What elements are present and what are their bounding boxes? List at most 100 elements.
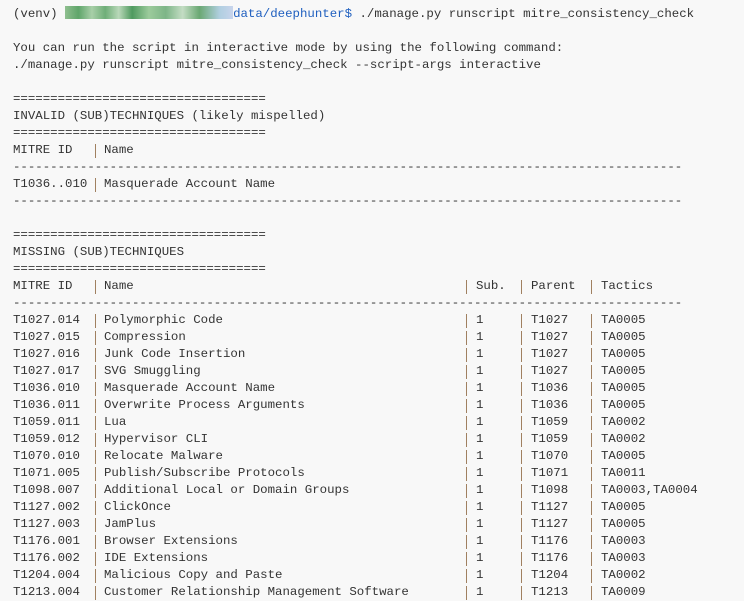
column-divider [95,178,96,192]
name-cell: Lua [104,415,127,429]
invalid-section-title: INVALID (SUB)TECHNIQUES (likely mispelle… [13,109,326,123]
mitre-id-cell: T1036.011 [13,398,80,412]
column-divider [521,416,522,430]
tactics-cell: TA0002 [601,415,646,429]
name-cell: Publish/Subscribe Protocols [104,466,305,480]
column-divider [521,433,522,447]
name-cell: Masquerade Account Name [104,177,276,191]
parent-cell: T1176 [531,534,569,548]
sub-cell: 1 [476,483,484,497]
table-row: T1027.015 Compression 1 T1027 TA0005 [0,329,744,346]
name-cell: Relocate Malware [104,449,223,463]
table-row: T1176.001 Browser Extensions 1 T1176 TA0003 [0,533,744,550]
column-divider [521,348,522,362]
column-divider [466,416,467,430]
mitre-id-cell: T1127.002 [13,500,80,514]
sub-cell: 1 [476,364,484,378]
mitre-id-cell: T1036.010 [13,381,80,395]
sub-cell: 1 [476,330,484,344]
column-divider [591,484,592,498]
column-divider [521,518,522,532]
column-divider [95,552,96,566]
mitre-id-cell: T1213.004 [13,585,80,599]
redacted-path [65,6,234,19]
column-divider [521,280,522,294]
parent-cell: Parent [531,279,576,293]
table-row: T1036.010 Masquerade Account Name 1 T1036 TA… [0,380,744,397]
table-row: T1204.004 Malicious Copy and Paste 1 T1204 T… [0,567,744,584]
table-row: T1098.007 Additional Local or Domain Grou… [0,482,744,499]
tactics-cell: TA0005 [601,449,646,463]
name-cell: SVG Smuggling [104,364,201,378]
table-header: MITRE ID Name Sub. Parent Tactics [0,278,744,295]
sub-cell: Sub. [476,279,506,293]
parent-cell: T1176 [531,551,569,565]
tactics-cell: TA0003 [601,534,646,548]
column-divider [591,467,592,481]
column-divider [466,365,467,379]
tactics-cell: TA0005 [601,364,646,378]
table-row: T1059.011 Lua 1 T1059 TA0002 [0,414,744,431]
column-divider [466,535,467,549]
column-divider [591,314,592,328]
sub-cell: 1 [476,313,484,327]
prompt-path: data/deephunter$ [233,7,353,21]
column-divider [521,569,522,583]
parent-cell: T1059 [531,415,569,429]
column-divider [591,569,592,583]
mitre-id-cell: T1027.015 [13,330,80,344]
column-divider [95,280,96,294]
parent-cell: T1027 [531,330,569,344]
separator: ----------------------------------------… [13,194,683,208]
tactics-cell: Tactics [601,279,654,293]
mitre-id-cell: T1176.002 [13,551,80,565]
column-divider [95,399,96,413]
sub-cell: 1 [476,398,484,412]
column-divider [95,535,96,549]
tactics-cell: TA0005 [601,500,646,514]
tactics-cell: TA0011 [601,466,646,480]
column-divider [591,365,592,379]
tactics-cell: TA0005 [601,517,646,531]
mitre-id-cell: T1127.003 [13,517,80,531]
table-row: T1027.014 Polymorphic Code 1 T1027 TA0005 [0,312,744,329]
mitre-id-cell: T1070.010 [13,449,80,463]
mitre-id-cell: T1204.004 [13,568,80,582]
column-divider [521,552,522,566]
name-cell: Hypervisor CLI [104,432,209,446]
column-divider [95,416,96,430]
tactics-cell: TA0005 [601,347,646,361]
column-divider [95,144,96,158]
column-divider [591,399,592,413]
name-cell: Polymorphic Code [104,313,223,327]
column-divider [466,484,467,498]
name-cell: Overwrite Process Arguments [104,398,305,412]
mitre-id-cell: T1059.012 [13,432,80,446]
parent-cell: T1071 [531,466,569,480]
table-header: MITRE ID Name [0,142,744,159]
parent-cell: T1027 [531,347,569,361]
name-cell: Additional Local or Domain Groups [104,483,350,497]
column-divider [95,484,96,498]
parent-cell: T1036 [531,381,569,395]
column-divider [466,314,467,328]
tactics-cell: TA0005 [601,313,646,327]
column-divider [521,399,522,413]
column-divider [591,450,592,464]
column-divider [591,382,592,396]
column-divider [466,467,467,481]
column-divider [591,586,592,600]
column-divider [95,331,96,345]
mitre-id-cell: T1036..010 [13,177,88,191]
parent-cell: T1204 [531,568,569,582]
column-divider [591,535,592,549]
parent-cell: T1098 [531,483,569,497]
parent-cell: T1213 [531,585,569,599]
command-text: ./manage.py runscript mitre_consistency_… [352,7,695,21]
missing-section-title: MISSING (SUB)TECHNIQUES [13,245,185,259]
separator: ----------------------------------------… [13,160,683,174]
name-cell: Malicious Copy and Paste [104,568,283,582]
sub-cell: 1 [476,585,484,599]
column-divider [591,518,592,532]
separator: ================================== [13,92,266,106]
